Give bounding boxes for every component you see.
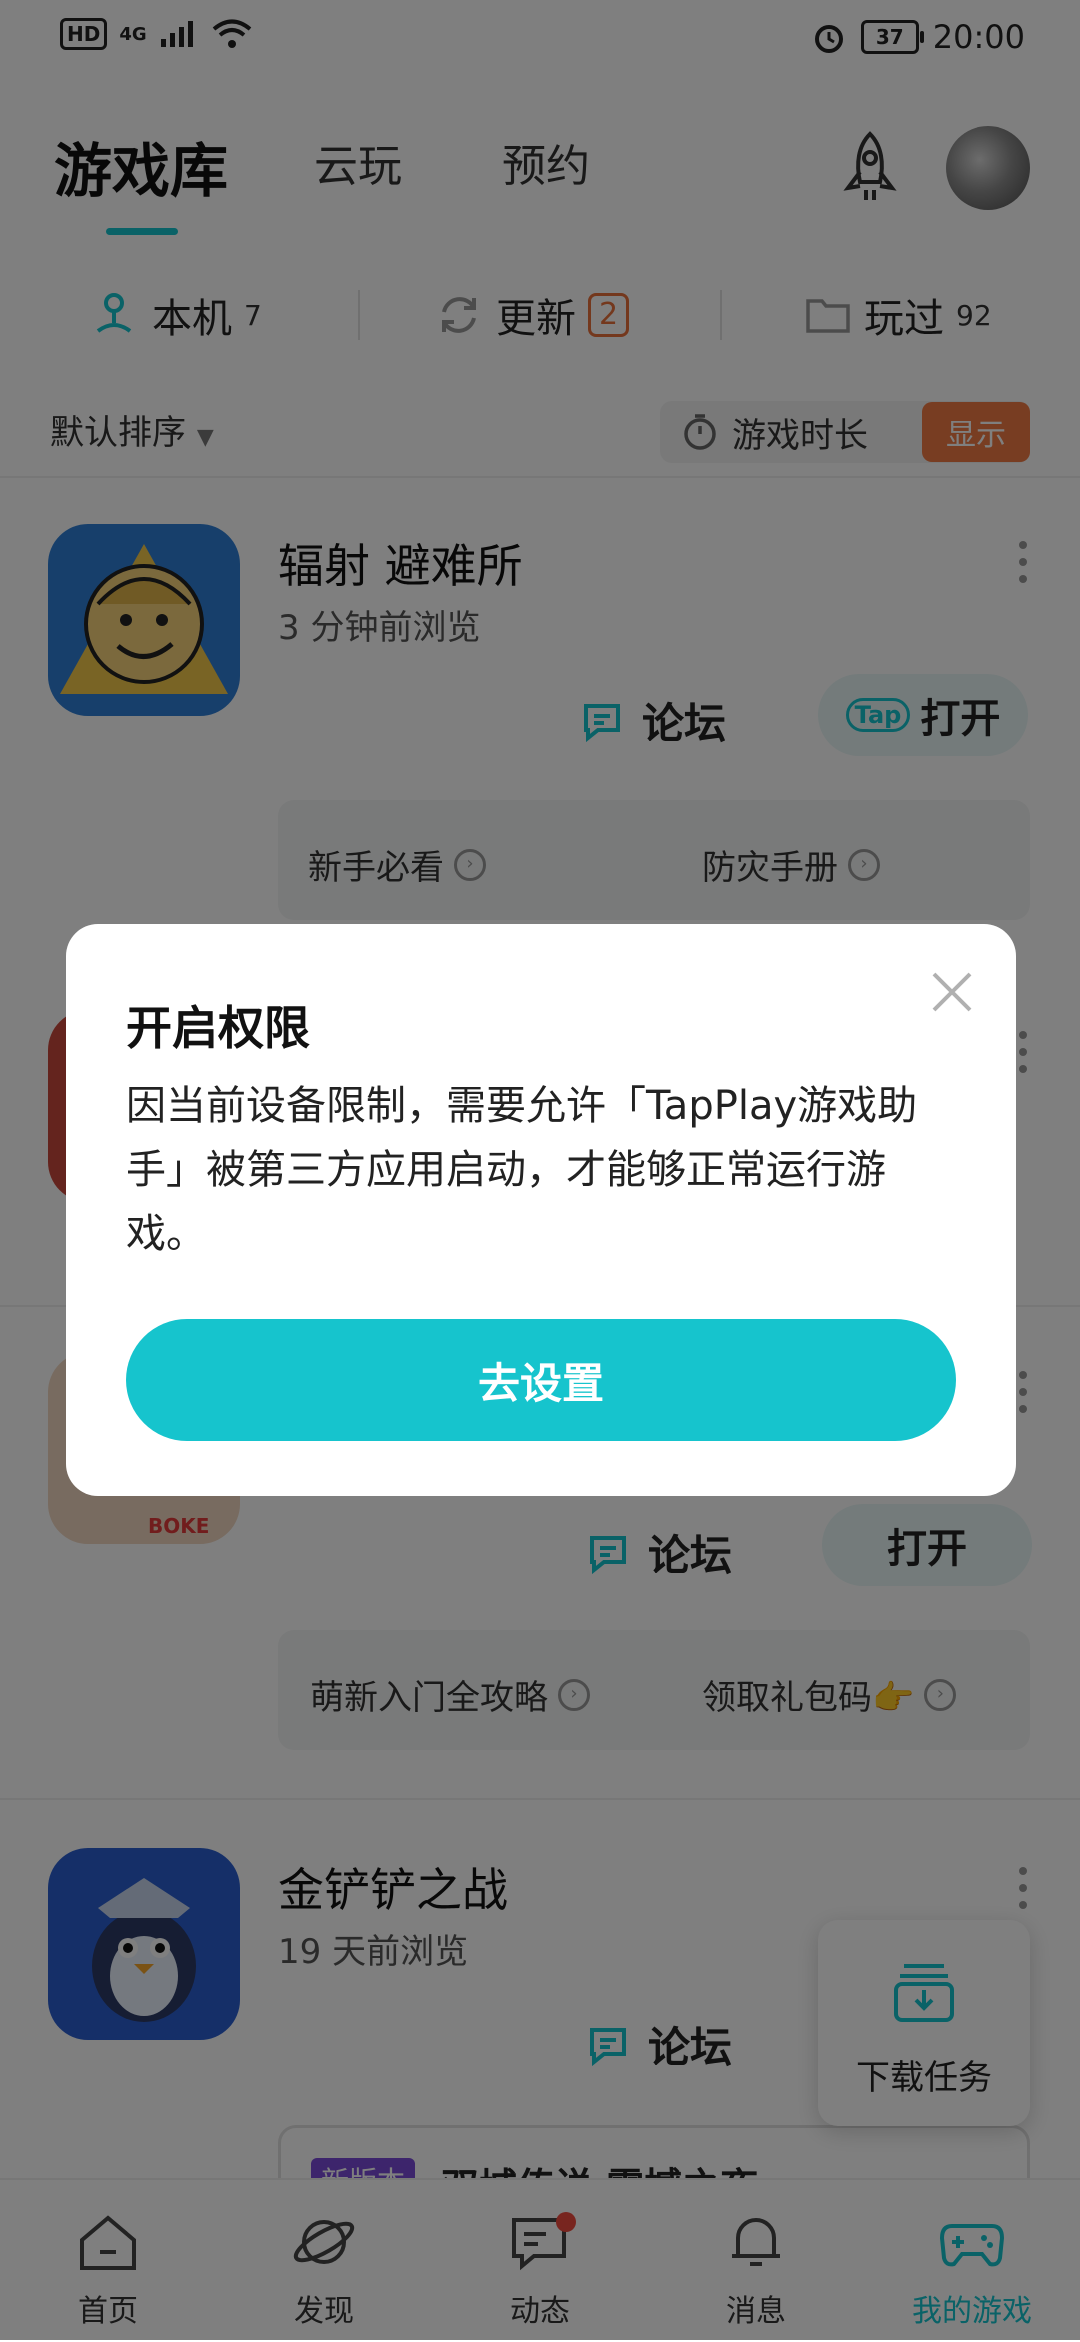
close-icon[interactable] [924,964,980,1020]
permission-dialog: 开启权限 因当前设备限制，需要允许「TapPlay游戏助手」被第三方应用启动，才… [66,924,1016,1496]
go-to-settings-button[interactable]: 去设置 [126,1319,956,1441]
dialog-message: 因当前设备限制，需要允许「TapPlay游戏助手」被第三方应用启动，才能够正常运… [126,1083,918,1257]
dialog-title: 开启权限 [126,1001,310,1055]
